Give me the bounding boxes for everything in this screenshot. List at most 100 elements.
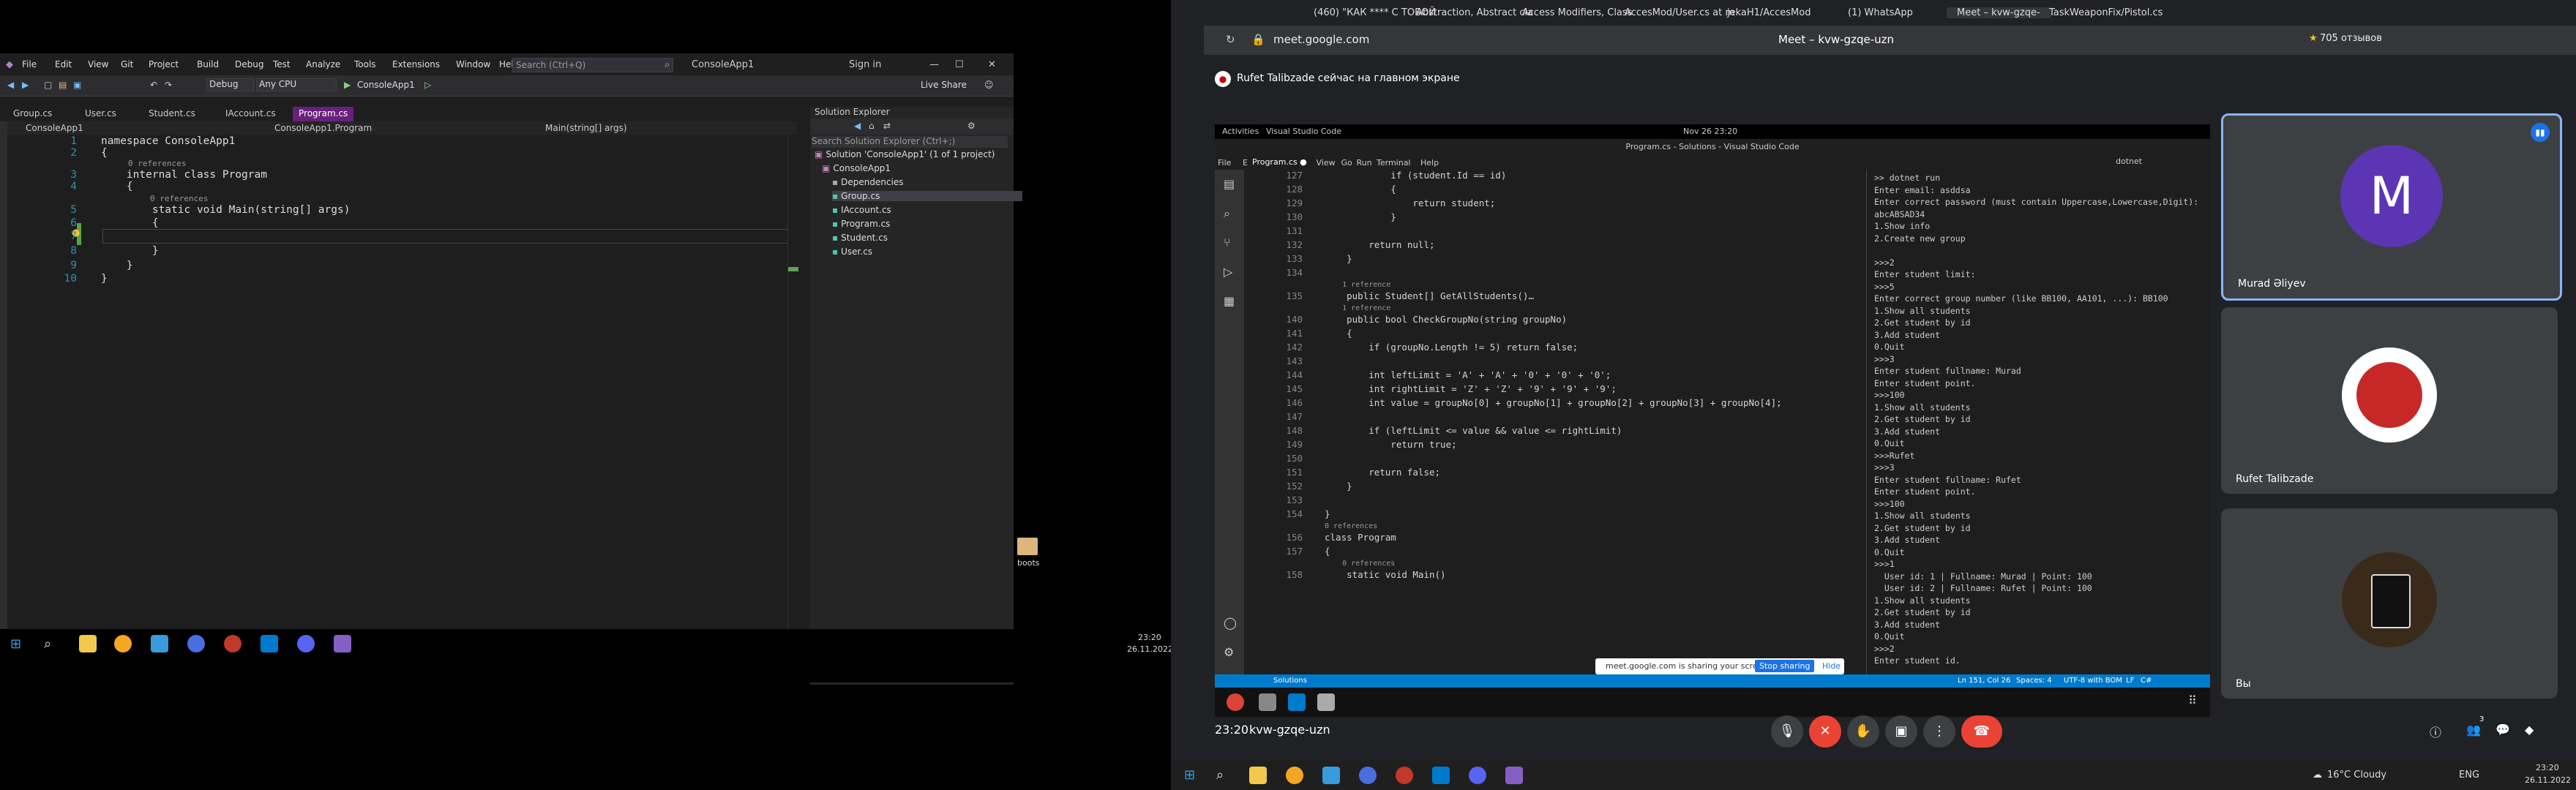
info-icon[interactable]: ⓘ [2430, 723, 2441, 740]
se-sync-icon[interactable]: ⇄ [883, 121, 891, 131]
microphone-button[interactable]: 🎙 [1771, 715, 1803, 748]
maximize-icon[interactable]: ☐ [955, 59, 964, 70]
files-icon[interactable] [1317, 693, 1335, 711]
app-icon[interactable] [151, 635, 168, 652]
raise-hand-button[interactable]: ✋ [1847, 715, 1879, 748]
back-icon[interactable]: ◀ [7, 80, 14, 90]
yandex-browser-icon[interactable] [224, 635, 242, 652]
visual-studio-icon[interactable] [334, 635, 351, 652]
solution-tree-item[interactable]: ▪ User.cs [832, 247, 872, 257]
live-share-button[interactable]: Live Share [921, 80, 967, 90]
sign-in-link[interactable]: Sign in [849, 59, 881, 70]
vscode-icon[interactable] [261, 635, 278, 652]
new-file-icon[interactable]: ▢ [44, 80, 52, 90]
camera-off-button[interactable]: ✕ [1809, 715, 1841, 748]
browser-tab[interactable]: (1) WhatsApp [1848, 7, 1913, 18]
config-dropdown[interactable]: Debug [206, 78, 254, 91]
run-debug-icon[interactable]: ▷ [1224, 265, 1232, 279]
solution-tree-item[interactable]: ▣ Solution 'ConsoleApp1' (1 of 1 project) [815, 149, 995, 159]
status-eol[interactable]: LF [2126, 677, 2134, 685]
solution-tree-item[interactable]: ▪ IAccount.cs [832, 205, 891, 215]
redo-icon[interactable]: ↷ [165, 80, 172, 90]
vs-menu-project[interactable]: Project [149, 59, 179, 69]
platform-dropdown[interactable]: Any CPU [256, 78, 337, 91]
forward-icon[interactable]: ▶ [22, 80, 29, 90]
references-label[interactable]: 0 references [128, 159, 186, 168]
vscode-menu-view[interactable]: View [1317, 158, 1336, 168]
run-icon[interactable]: ▶ [344, 80, 351, 90]
search-icon[interactable]: ⌕ [44, 636, 51, 652]
run-target-button[interactable]: ConsoleApp1 [357, 80, 415, 90]
account-icon[interactable]: ◯ [1224, 616, 1237, 630]
chat-icon[interactable]: 💬 [2496, 723, 2510, 737]
vs-search-input[interactable]: Search (Ctrl+Q) ⌕ [512, 58, 673, 72]
vscode-icon[interactable] [1288, 693, 1306, 711]
terminal-app-icon[interactable] [1259, 693, 1276, 711]
vs-menu-edit[interactable]: Edit [55, 59, 72, 69]
search-icon[interactable]: ⌕ [1224, 206, 1230, 221]
vscode-icon[interactable] [1432, 767, 1450, 784]
yandex-browser-icon[interactable] [1396, 767, 1413, 784]
vscode-editor[interactable]: 127 if (student.Id == id) 128 {129 return… [1266, 170, 1859, 674]
vscode-terminal[interactable]: dotnet >> dotnet run Enter email: asddsa E… [1866, 157, 2211, 674]
app-icon[interactable] [1322, 767, 1340, 784]
vs-menu-debug[interactable]: Debug [235, 59, 263, 69]
leave-call-button[interactable]: ☎ [1961, 715, 2002, 748]
vscode-menu-help[interactable]: Help [1420, 158, 1439, 168]
nav-class[interactable]: ConsoleApp1.Program [274, 123, 372, 133]
status-position[interactable]: Ln 151, Col 26 [1958, 677, 2010, 685]
tab-program-cs[interactable]: Program.cs [293, 107, 354, 123]
vs-menu-analyze[interactable]: Analyze [306, 59, 340, 69]
chrome-icon[interactable] [1227, 693, 1244, 711]
tab-group-cs[interactable]: Group.cs [7, 107, 58, 123]
status-branch[interactable]: Solutions [1273, 677, 1307, 685]
participant-tile-rufet[interactable]: Rufet Talibzade [2221, 307, 2558, 494]
nav-member[interactable]: Main(string[] args) [545, 123, 627, 133]
visual-studio-icon[interactable] [1505, 767, 1523, 784]
browser-tab[interactable]: Abstraction, Abstract cla [1416, 7, 1533, 18]
vs-menu-window[interactable]: Window [456, 59, 490, 69]
participant-tile-murad[interactable]: M ▮▮ Murad Əliyev [2221, 113, 2562, 301]
hide-button[interactable]: Hide [1822, 661, 1841, 671]
browser-tab[interactable]: AccesMod/User.cs at m [1625, 7, 1734, 18]
app-icon[interactable] [187, 635, 205, 652]
solution-tree-item[interactable]: ▪ Student.cs [832, 233, 888, 243]
browser-tab[interactable]: TaskWeaponFix/Pistol.cs [2049, 7, 2163, 18]
present-button[interactable]: ▣ [1885, 715, 1917, 748]
app-icon[interactable] [1286, 767, 1303, 784]
language-indicator[interactable]: ENG [2459, 770, 2479, 780]
vs-menu-build[interactable]: Build [197, 59, 219, 69]
app-grid-icon[interactable]: ⠿ [2188, 693, 2197, 707]
reload-icon[interactable]: ↻ [1226, 33, 1235, 46]
url-field[interactable]: meet.google.com [1273, 33, 1369, 46]
solution-tree-item[interactable]: ▣ ConsoleApp1 [822, 163, 891, 173]
solution-tree-item[interactable]: ▪ Dependencies [832, 177, 904, 187]
vs-menu-tools[interactable]: Tools [354, 59, 376, 69]
extensions-icon[interactable]: ▦ [1224, 294, 1235, 308]
open-folder-icon[interactable]: ▤ [59, 80, 67, 90]
gear-icon[interactable]: ⚙ [1224, 645, 1234, 659]
browser-tab[interactable]: jekaH1/AccesMod [1727, 7, 1811, 18]
vs-menu-file[interactable]: File [22, 59, 37, 69]
feedback-icon[interactable]: ☺ [984, 80, 994, 90]
vs-code-editor[interactable]: ● 1 namespace ConsoleApp1 2{3 internal cla… [7, 135, 789, 633]
participant-tile-self[interactable]: Вы [2221, 508, 2558, 699]
search-icon[interactable]: ⌕ [1216, 767, 1224, 783]
vscode-menu-run[interactable]: Run [1357, 158, 1372, 168]
status-encoding[interactable]: UTF-8 with BOM [2064, 677, 2122, 685]
nav-project[interactable]: ConsoleApp1 [26, 123, 83, 133]
vs-menu-test[interactable]: Test [273, 59, 291, 69]
save-icon[interactable]: ▣ [73, 80, 81, 90]
discord-icon[interactable] [1469, 767, 1486, 784]
minimize-icon[interactable]: — [929, 59, 939, 70]
stop-sharing-button[interactable]: Stop sharing [1755, 660, 1815, 672]
se-settings-icon[interactable]: ⚙ [967, 121, 976, 131]
browser-tab[interactable]: Meet – kvw-gzqe- [1947, 7, 2051, 18]
activities-icon[interactable]: ◆ [2525, 723, 2534, 737]
browser-tab[interactable]: Access Modifiers, Class [1522, 7, 1632, 18]
se-back-icon[interactable]: ◀ [854, 121, 861, 131]
reviews-badge[interactable]: 705 отзывов [2320, 33, 2382, 44]
app-icon[interactable] [114, 635, 132, 652]
vscode-tab-program[interactable]: Program.cs ● [1248, 155, 1314, 170]
vscode-menu-go[interactable]: Go [1341, 158, 1352, 168]
